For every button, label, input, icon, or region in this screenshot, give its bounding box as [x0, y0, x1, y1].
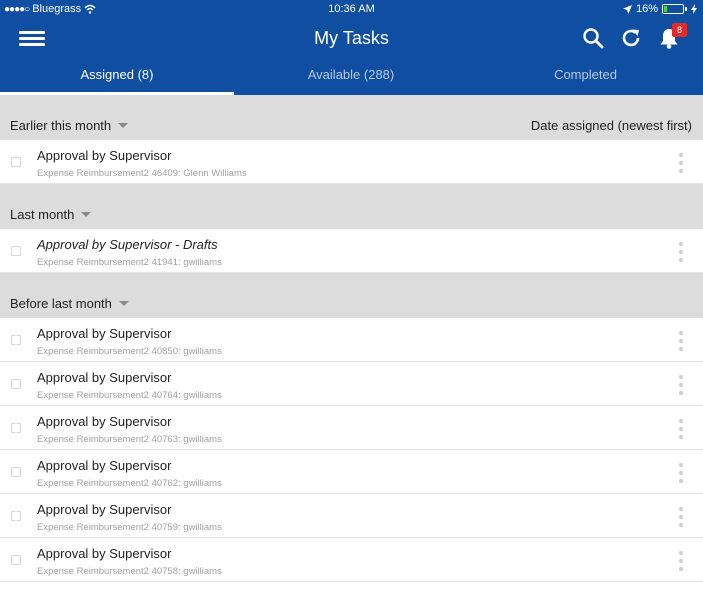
group-toggle[interactable]: Last month [10, 207, 92, 222]
refresh-icon [622, 29, 640, 47]
search-button[interactable] [581, 25, 605, 51]
more-options-icon[interactable] [676, 375, 686, 395]
task-row[interactable]: Approval by Supervisor - Drafts Expense … [0, 229, 703, 273]
tab-assigned[interactable]: Assigned (8) [0, 58, 234, 95]
charging-icon [691, 4, 697, 14]
battery-icon [662, 4, 684, 14]
task-checkbox[interactable] [11, 467, 21, 477]
task-subtitle: Expense Reimbursement2 41941: gwilliams [37, 257, 222, 268]
task-subtitle: Expense Reimbursement2 40758: gwilliams [37, 566, 222, 577]
battery-fill [664, 6, 667, 12]
task-title: Approval by Supervisor [37, 546, 172, 561]
more-options-icon[interactable] [676, 419, 686, 439]
search-icon [583, 28, 604, 49]
more-options-icon[interactable] [676, 153, 686, 173]
caret-down-icon [118, 123, 129, 128]
notification-badge: 8 [672, 23, 687, 37]
task-checkbox[interactable] [11, 423, 21, 433]
group-label: Earlier this month [10, 118, 112, 133]
status-bar: ●●●●○ Bluegrass 10:36 AM 16% [0, 0, 703, 20]
status-right: 16% [622, 3, 697, 15]
tab-bar: Assigned (8) Available (288) Completed [0, 58, 703, 95]
battery-percent: 16% [635, 3, 658, 15]
task-list: Earlier this month Date assigned (newest… [0, 95, 703, 582]
tab-completed[interactable]: Completed [468, 58, 703, 95]
task-checkbox[interactable] [11, 555, 21, 565]
task-row[interactable]: Approval by Supervisor Expense Reimburse… [0, 140, 703, 184]
task-title: Approval by Supervisor [37, 370, 172, 385]
battery-tip [685, 7, 687, 11]
more-options-icon[interactable] [676, 507, 686, 527]
caret-down-icon [118, 301, 129, 306]
more-options-icon[interactable] [676, 551, 686, 571]
task-checkbox[interactable] [11, 246, 21, 256]
task-checkbox[interactable] [11, 157, 21, 167]
status-time: 10:36 AM [328, 3, 375, 15]
task-title: Approval by Supervisor - Drafts [37, 237, 218, 252]
task-checkbox[interactable] [11, 335, 21, 345]
task-title: Approval by Supervisor [37, 502, 172, 517]
task-title: Approval by Supervisor [37, 414, 172, 429]
top-bar: ●●●●○ Bluegrass 10:36 AM 16% My Tasks 8 … [0, 0, 703, 95]
more-options-icon[interactable] [676, 463, 686, 483]
nav-bar: My Tasks 8 [0, 20, 703, 58]
task-subtitle: Expense Reimbursement2 40759: gwilliams [37, 522, 222, 533]
task-row[interactable]: Approval by Supervisor Expense Reimburse… [0, 362, 703, 406]
task-title: Approval by Supervisor [37, 326, 172, 341]
task-checkbox[interactable] [11, 379, 21, 389]
group-toggle[interactable]: Before last month [10, 296, 129, 311]
location-arrow-icon [622, 4, 632, 14]
task-row[interactable]: Approval by Supervisor Expense Reimburse… [0, 318, 703, 362]
group-label: Before last month [10, 296, 112, 311]
notifications-button[interactable]: 8 [657, 23, 687, 51]
group-label: Last month [10, 207, 75, 222]
more-options-icon[interactable] [676, 331, 686, 351]
task-subtitle: Expense Reimbursement2 40762: gwilliams [37, 478, 222, 489]
sort-selector[interactable]: Date assigned (newest first) [531, 118, 692, 133]
task-subtitle: Expense Reimbursement2 46409: Glenn Will… [37, 168, 247, 179]
task-row[interactable]: Approval by Supervisor Expense Reimburse… [0, 494, 703, 538]
refresh-button[interactable] [619, 25, 643, 51]
task-subtitle: Expense Reimbursement2 40850: gwilliams [37, 346, 222, 357]
group-header-earlier-this-month: Earlier this month Date assigned (newest… [0, 95, 703, 140]
task-row[interactable]: Approval by Supervisor Expense Reimburse… [0, 538, 703, 582]
task-title: Approval by Supervisor [37, 148, 172, 163]
group-header-last-month: Last month [0, 184, 703, 229]
task-subtitle: Expense Reimbursement2 40764: gwilliams [37, 390, 222, 401]
group-header-before-last-month: Before last month [0, 273, 703, 318]
task-subtitle: Expense Reimbursement2 40763: gwilliams [37, 434, 222, 445]
group-toggle[interactable]: Earlier this month [10, 118, 129, 133]
tab-available[interactable]: Available (288) [234, 58, 468, 95]
task-row[interactable]: Approval by Supervisor Expense Reimburse… [0, 450, 703, 494]
task-title: Approval by Supervisor [37, 458, 172, 473]
caret-down-icon [81, 212, 92, 217]
more-options-icon[interactable] [676, 242, 686, 262]
nav-actions: 8 [581, 23, 687, 51]
task-row[interactable]: Approval by Supervisor Expense Reimburse… [0, 406, 703, 450]
task-checkbox[interactable] [11, 511, 21, 521]
